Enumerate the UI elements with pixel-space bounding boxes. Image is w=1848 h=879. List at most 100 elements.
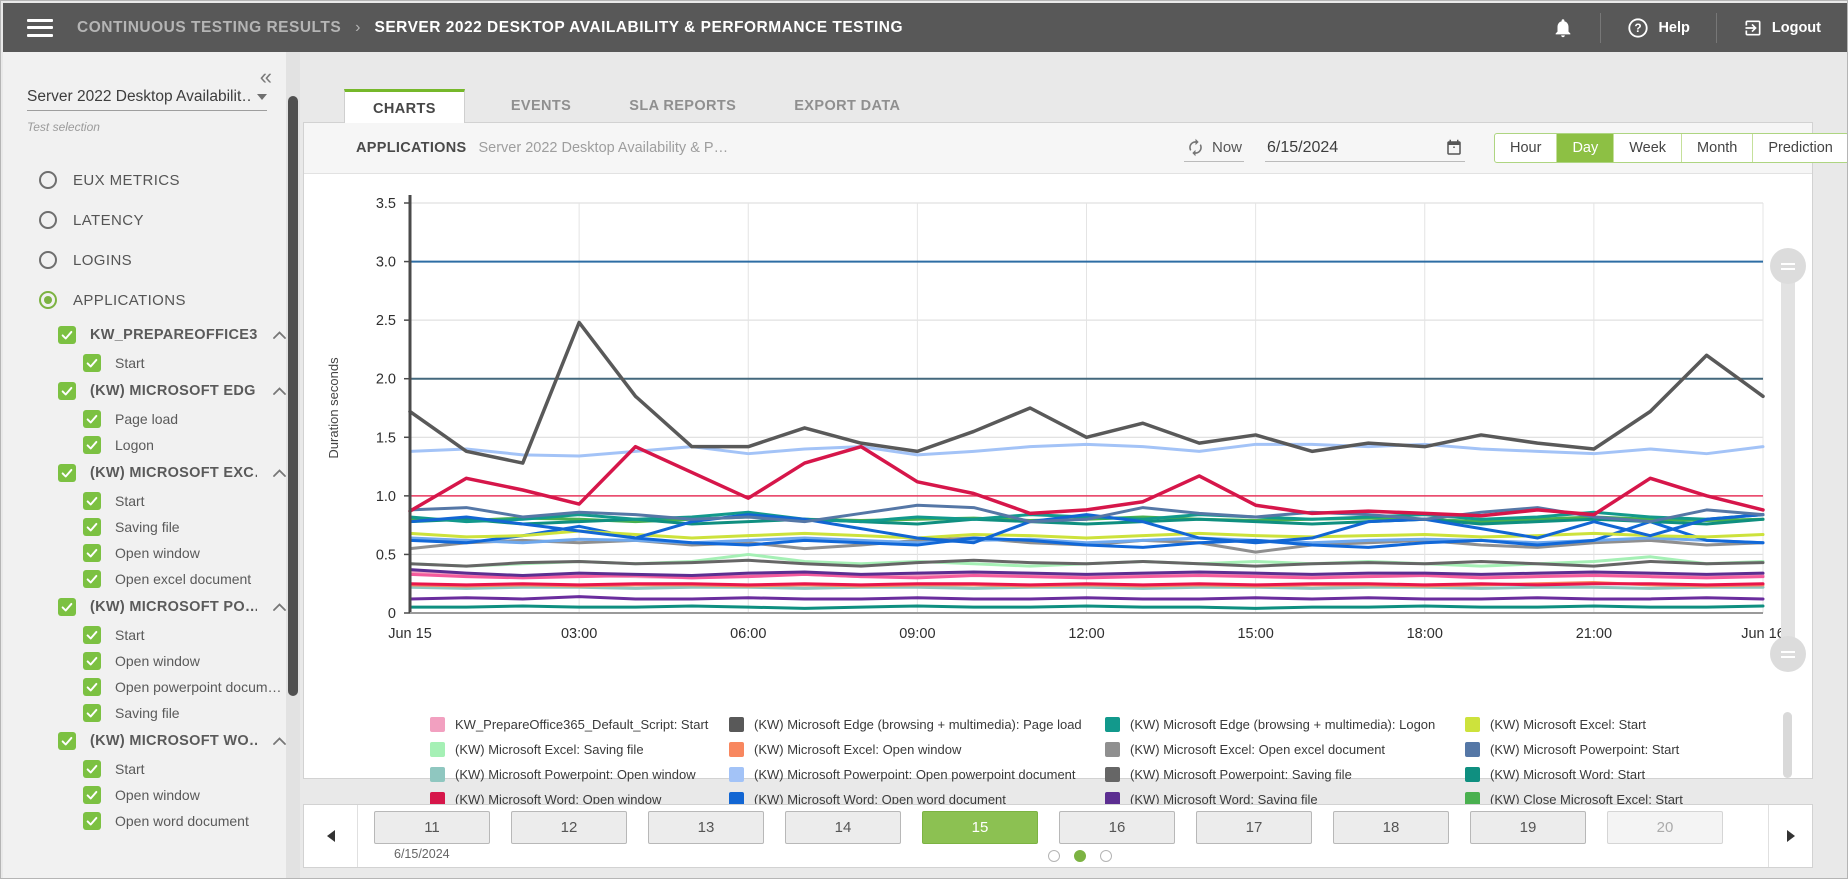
- tab-sla-reports[interactable]: SLA REPORTS: [613, 89, 752, 123]
- checkbox-icon[interactable]: [58, 382, 76, 400]
- test-group-row[interactable]: KW_PREPAREOFFICE3…: [3, 320, 286, 350]
- test-step-row[interactable]: Start: [3, 622, 286, 648]
- day-button-14[interactable]: 14: [785, 811, 901, 844]
- tab-export-data[interactable]: EXPORT DATA: [778, 89, 916, 123]
- test-step-row[interactable]: Open word document: [3, 808, 286, 834]
- day-button-13[interactable]: 13: [648, 811, 764, 844]
- test-step-row[interactable]: Saving file: [3, 514, 286, 540]
- collapse-chevron-icon[interactable]: [273, 331, 286, 339]
- range-button-week[interactable]: Week: [1613, 134, 1681, 162]
- collapse-chevron-icon[interactable]: [273, 387, 286, 395]
- calendar-icon[interactable]: [1445, 139, 1463, 157]
- sidebar-scrollbar-thumb[interactable]: [288, 96, 298, 696]
- logout-button[interactable]: Logout: [1717, 3, 1847, 52]
- test-step-row[interactable]: Open window: [3, 540, 286, 566]
- day-button-19[interactable]: 19: [1470, 811, 1586, 844]
- test-step-row[interactable]: Logon: [3, 432, 286, 458]
- metric-radio-applications[interactable]: APPLICATIONS: [3, 280, 286, 320]
- checkbox-icon[interactable]: [83, 678, 101, 696]
- hamburger-menu-icon[interactable]: [27, 19, 53, 37]
- checkbox-icon[interactable]: [83, 760, 101, 778]
- checkbox-icon[interactable]: [83, 518, 101, 536]
- test-group-row[interactable]: (KW) MICROSOFT EDG…: [3, 376, 286, 406]
- legend-item[interactable]: (KW) Microsoft Excel: Start: [1465, 712, 1760, 737]
- checkbox-icon[interactable]: [58, 598, 76, 616]
- checkbox-icon[interactable]: [83, 626, 101, 644]
- test-step-row[interactable]: Open window: [3, 782, 286, 808]
- checkbox-icon[interactable]: [83, 354, 101, 372]
- day-button-11[interactable]: 11: [374, 811, 490, 844]
- legend-item[interactable]: (KW) Microsoft Powerpoint: Saving file: [1105, 762, 1465, 787]
- legend-item[interactable]: KW_PrepareOffice365_Default_Script: Star…: [430, 712, 729, 737]
- test-dropdown[interactable]: Server 2022 Desktop Availabilit…: [27, 88, 267, 111]
- collapse-chevron-icon[interactable]: [273, 469, 286, 477]
- day-button-17[interactable]: 17: [1196, 811, 1312, 844]
- legend-item[interactable]: (KW) Microsoft Powerpoint: Start: [1465, 737, 1760, 762]
- range-button-month[interactable]: Month: [1681, 134, 1752, 162]
- day-button-16[interactable]: 16: [1059, 811, 1175, 844]
- legend-item[interactable]: (KW) Microsoft Excel: Open excel documen…: [1105, 737, 1465, 762]
- legend-scrollbar-thumb[interactable]: [1783, 712, 1792, 778]
- test-step-row[interactable]: Start: [3, 756, 286, 782]
- range-button-prediction[interactable]: Prediction: [1752, 134, 1847, 162]
- line-chart-canvas[interactable]: 00.51.01.52.02.53.03.5Jun 1503:0006:0009…: [304, 180, 1812, 650]
- next-days-button[interactable]: [1768, 805, 1812, 867]
- test-step-row[interactable]: Saving file: [3, 700, 286, 726]
- test-step-row[interactable]: Open window: [3, 648, 286, 674]
- test-step-row[interactable]: Start: [3, 350, 286, 376]
- previous-days-button[interactable]: [304, 805, 358, 867]
- sidebar-scrollbar[interactable]: [286, 52, 300, 878]
- checkbox-icon[interactable]: [83, 436, 101, 454]
- y-axis-zoom-slider[interactable]: [1781, 266, 1795, 654]
- date-input[interactable]: 6/15/2024: [1265, 135, 1465, 162]
- breadcrumb-section[interactable]: CONTINUOUS TESTING RESULTS: [77, 19, 341, 37]
- slider-handle-bottom[interactable]: [1770, 636, 1806, 672]
- checkbox-icon[interactable]: [58, 326, 76, 344]
- metric-radio-eux-metrics[interactable]: EUX METRICS: [3, 160, 286, 200]
- test-step-row[interactable]: Open powerpoint docum…: [3, 674, 286, 700]
- range-button-day[interactable]: Day: [1556, 134, 1613, 162]
- test-step-row[interactable]: Page load: [3, 406, 286, 432]
- legend-item[interactable]: (KW) Microsoft Edge (browsing + multimed…: [1105, 712, 1465, 737]
- legend-item[interactable]: (KW) Microsoft Edge (browsing + multimed…: [729, 712, 1105, 737]
- checkbox-icon[interactable]: [83, 492, 101, 510]
- checkbox-icon[interactable]: [58, 464, 76, 482]
- test-step-row[interactable]: Start: [3, 488, 286, 514]
- collapse-chevron-icon[interactable]: [273, 603, 286, 611]
- day-button-15[interactable]: 15: [922, 811, 1038, 844]
- pagination-dot[interactable]: [1074, 850, 1086, 862]
- legend-item[interactable]: (KW) Microsoft Excel: Saving file: [430, 737, 729, 762]
- day-button-18[interactable]: 18: [1333, 811, 1449, 844]
- test-group-row[interactable]: (KW) MICROSOFT EXC…: [3, 458, 286, 488]
- day-button-12[interactable]: 12: [511, 811, 627, 844]
- slider-handle-top[interactable]: [1770, 248, 1806, 284]
- refresh-now-button[interactable]: Now: [1184, 134, 1244, 162]
- checkbox-icon[interactable]: [83, 704, 101, 722]
- notifications-button[interactable]: [1526, 3, 1600, 52]
- pagination-dot[interactable]: [1048, 850, 1060, 862]
- checkbox-icon[interactable]: [83, 570, 101, 588]
- test-group-row[interactable]: (KW) MICROSOFT PO…: [3, 592, 286, 622]
- metric-radio-latency[interactable]: LATENCY: [3, 200, 286, 240]
- checkbox-icon[interactable]: [83, 410, 101, 428]
- collapse-chevron-icon[interactable]: [273, 737, 286, 745]
- checkbox-icon[interactable]: [83, 812, 101, 830]
- range-button-hour[interactable]: Hour: [1495, 134, 1556, 162]
- tab-charts[interactable]: CHARTS: [344, 89, 465, 123]
- legend-item[interactable]: (KW) Microsoft Word: Start: [1465, 762, 1760, 787]
- sidebar-collapse-icon[interactable]: «: [260, 64, 272, 90]
- legend-item[interactable]: (KW) Microsoft Powerpoint: Open powerpoi…: [729, 762, 1105, 787]
- test-step-row[interactable]: Open excel document: [3, 566, 286, 592]
- checkbox-icon[interactable]: [83, 544, 101, 562]
- tab-events[interactable]: EVENTS: [495, 89, 587, 123]
- help-button[interactable]: ? Help: [1601, 3, 1715, 52]
- checkbox-icon[interactable]: [83, 786, 101, 804]
- metric-radio-logins[interactable]: LOGINS: [3, 240, 286, 280]
- legend-item[interactable]: (KW) Microsoft Excel: Open window: [729, 737, 1105, 762]
- checkbox-icon[interactable]: [83, 652, 101, 670]
- svg-text:06:00: 06:00: [730, 626, 766, 642]
- pagination-dot[interactable]: [1100, 850, 1112, 862]
- legend-item[interactable]: (KW) Microsoft Powerpoint: Open window: [430, 762, 729, 787]
- test-group-row[interactable]: (KW) MICROSOFT WO…: [3, 726, 286, 756]
- checkbox-icon[interactable]: [58, 732, 76, 750]
